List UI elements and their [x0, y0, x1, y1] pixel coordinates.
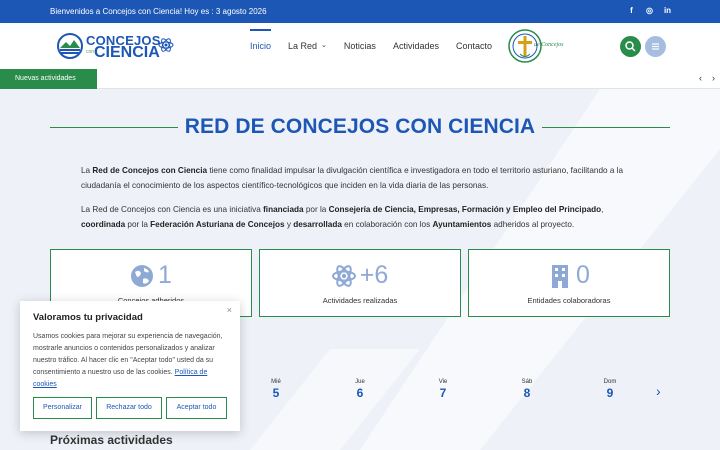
reject-all-button[interactable]: Rechazar todo [96, 397, 162, 419]
federation-seal-logo[interactable]: de Concejos [508, 26, 572, 66]
atom-icon [331, 264, 356, 287]
stat-label: Entidades colaboradoras [527, 296, 611, 305]
hamburger-icon [652, 43, 659, 50]
nav-inicio[interactable]: Inicio [250, 23, 272, 69]
ticker-tag: Nuevas actividades [0, 69, 97, 89]
cookie-text: Usamos cookies para mejorar su experienc… [33, 333, 223, 388]
top-bar: Bienvenidos a Concejos con Ciencia! Hoy … [0, 0, 720, 23]
intro-paragraph: La Red de Concejos con Ciencia tiene com… [81, 166, 624, 190]
calendar-day[interactable]: Dom 9 [590, 379, 630, 400]
nav-noticias[interactable]: Noticias [344, 23, 376, 69]
social-links: f ◎ in [627, 6, 672, 16]
news-ticker: Nuevas actividades ‹ › [0, 69, 720, 89]
stat-card-entidades: 0 Entidades colaboradoras [468, 249, 670, 317]
instagram-icon[interactable]: ◎ [645, 6, 654, 16]
calendar-day[interactable]: Jue 6 [340, 379, 380, 400]
week-calendar: Mié 5 Jue 6 Vie 7 Sáb 8 Dom 9 › [240, 379, 680, 409]
calendar-next-icon[interactable]: › [656, 383, 661, 399]
calendar-day[interactable]: Mié 5 [256, 379, 296, 400]
ticker-next-icon[interactable]: › [712, 73, 715, 83]
title-divider-right [542, 127, 670, 128]
ticker-arrows: ‹ › [699, 73, 715, 83]
ticker-prev-icon[interactable]: ‹ [699, 73, 702, 83]
building-icon [552, 264, 569, 288]
search-icon [625, 41, 636, 52]
logo-emblem-icon [57, 33, 83, 59]
upcoming-heading: Próximas actividades [50, 433, 173, 447]
cookie-banner: × Valoramos tu privacidad Usamos cookies… [20, 301, 240, 431]
welcome-text: Bienvenidos a Concejos con Ciencia! Hoy … [50, 7, 267, 16]
calendar-day[interactable]: Sáb 8 [507, 379, 547, 400]
stat-card-actividades: +6 Actividades realizadas [259, 249, 461, 317]
funding-paragraph: La Red de Concejos con Ciencia es una in… [81, 205, 604, 229]
close-icon[interactable]: × [227, 305, 232, 315]
cookie-title: Valoramos tu privacidad [33, 312, 143, 323]
logo-text-ciencia: CIENCIA [94, 44, 160, 61]
nav-contacto[interactable]: Contacto [456, 23, 492, 69]
site-header: CONCEJOS con CIENCIA Inicio La Red ⌄ Noti… [0, 23, 720, 69]
search-button[interactable] [620, 36, 641, 57]
accept-all-button[interactable]: Aceptar todo [166, 397, 227, 419]
seal-caption: de Concejos [534, 42, 564, 48]
stat-value: 0 [576, 261, 590, 289]
cookie-buttons: Personalizar Rechazar todo Aceptar todo [33, 397, 227, 419]
nav-actividades[interactable]: Actividades [393, 23, 439, 69]
linkedin-icon[interactable]: in [663, 6, 672, 16]
logo-text-con: con [86, 49, 95, 55]
customize-button[interactable]: Personalizar [33, 397, 92, 419]
menu-button[interactable] [645, 36, 666, 57]
calendar-day[interactable]: Vie 7 [423, 379, 463, 400]
nav-la-red[interactable]: La Red ⌄ [288, 23, 327, 69]
globe-icon [131, 264, 154, 287]
site-logo[interactable]: CONCEJOS con CIENCIA [56, 29, 176, 63]
page-title: RED DE CONCEJOS CON CIENCIA [184, 115, 536, 138]
main-nav: Inicio La Red ⌄ Noticias Actividades Cont… [250, 23, 492, 69]
facebook-icon[interactable]: f [627, 6, 636, 16]
chevron-down-icon: ⌄ [321, 42, 327, 49]
stat-label: Actividades realizadas [322, 296, 398, 305]
logo-atom-icon [158, 38, 174, 52]
title-divider-left [50, 127, 178, 128]
stat-value: +6 [359, 261, 389, 289]
stat-value: 1 [158, 261, 172, 289]
section-title-row: RED DE CONCEJOS CON CIENCIA [50, 115, 670, 143]
